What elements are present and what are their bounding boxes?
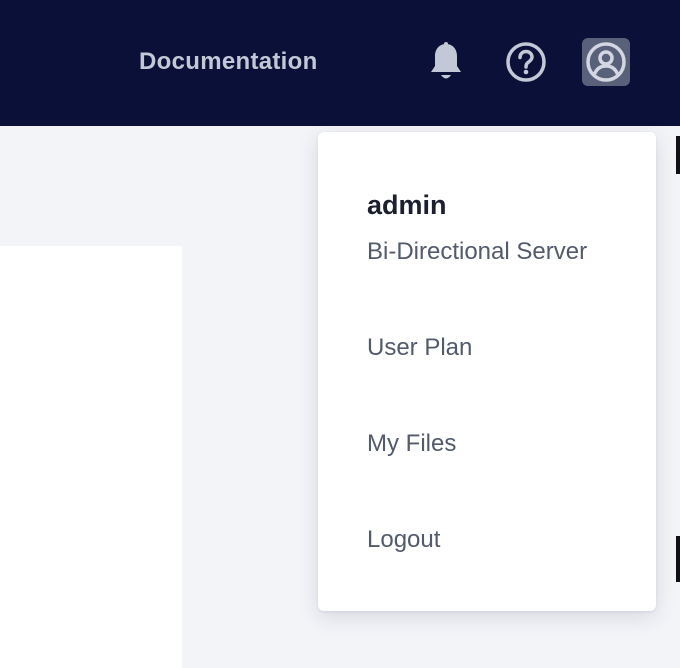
help-button[interactable]: [502, 38, 550, 86]
menu-username: admin: [367, 190, 447, 220]
documentation-link[interactable]: Documentation: [139, 48, 318, 76]
edge-fragment: [676, 136, 680, 174]
menu-item-user-plan[interactable]: User Plan: [367, 334, 472, 362]
content-panel: [0, 246, 182, 668]
account-button[interactable]: [582, 38, 630, 86]
top-navigation-bar: Documentation: [0, 0, 680, 126]
menu-item-my-files[interactable]: My Files: [367, 430, 456, 458]
help-circle-icon: [506, 42, 546, 82]
edge-fragment: [676, 536, 680, 582]
user-dropdown-menu: admin Bi-Directional Server User Plan My…: [318, 132, 656, 611]
notifications-button[interactable]: [422, 38, 470, 86]
menu-server-name: Bi-Directional Server: [367, 238, 588, 265]
user-circle-icon: [586, 42, 626, 82]
menu-item-logout[interactable]: Logout: [367, 526, 440, 554]
bell-icon: [431, 42, 461, 79]
